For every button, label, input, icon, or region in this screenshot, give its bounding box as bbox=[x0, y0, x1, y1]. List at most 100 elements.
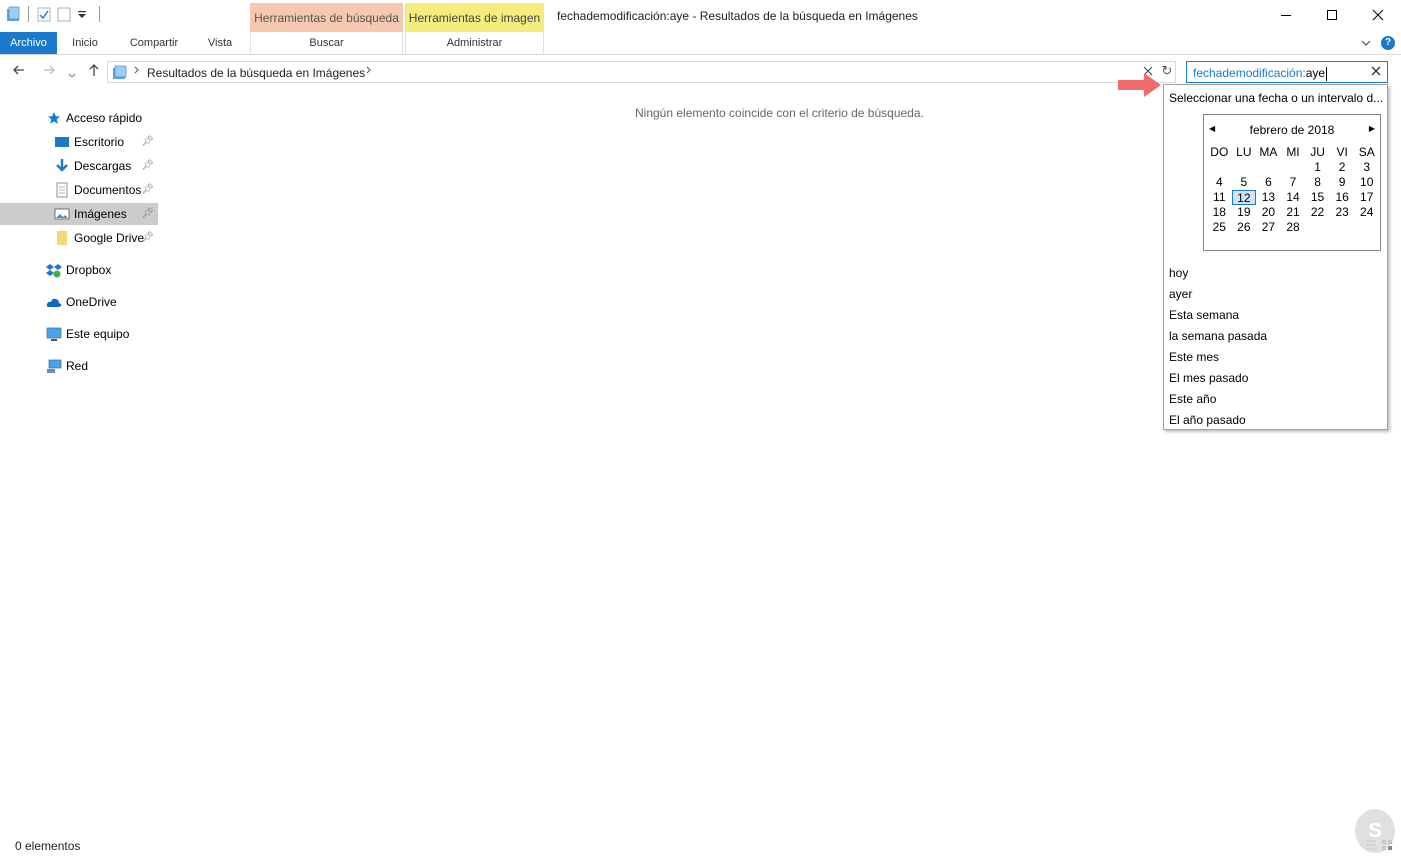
pin-icon[interactable]: 📌︎ bbox=[141, 208, 154, 219]
calendar-day[interactable]: 22 bbox=[1305, 205, 1330, 220]
calendar-day[interactable]: 26 bbox=[1232, 220, 1257, 235]
calendar-day[interactable]: 17 bbox=[1354, 190, 1379, 205]
recent-locations-button[interactable] bbox=[68, 66, 76, 82]
calendar-day[interactable]: 23 bbox=[1330, 205, 1355, 220]
properties-icon[interactable] bbox=[37, 6, 51, 22]
address-bar[interactable]: Resultados de la búsqueda en Imágenes ↻ bbox=[107, 61, 1176, 83]
customize-toolbar-icon[interactable] bbox=[77, 6, 91, 22]
date-option[interactable]: la semana pasada bbox=[1169, 326, 1267, 347]
status-bar: 0 elementos bbox=[0, 835, 1401, 857]
address-row: Resultados de la búsqueda en Imágenes ↻ … bbox=[0, 60, 1401, 84]
nav-dropbox[interactable]: Dropbox bbox=[46, 259, 204, 281]
network-icon bbox=[46, 358, 62, 374]
calendar-day[interactable]: 28 bbox=[1281, 220, 1306, 235]
date-option[interactable]: El mes pasado bbox=[1169, 368, 1267, 389]
back-button[interactable] bbox=[12, 63, 26, 80]
calendar-day[interactable]: 11 bbox=[1207, 190, 1232, 205]
calendar-empty-cell bbox=[1354, 220, 1379, 235]
close-button[interactable] bbox=[1355, 0, 1401, 30]
calendar-day[interactable]: 7 bbox=[1281, 175, 1306, 190]
calendar-day[interactable]: 24 bbox=[1354, 205, 1379, 220]
nav-network[interactable]: Red bbox=[46, 355, 204, 377]
date-option[interactable]: Este año bbox=[1169, 389, 1267, 410]
nav-item-documents[interactable]: Documentos 📌︎ bbox=[54, 179, 158, 201]
nav-quick-access[interactable]: Acceso rápido bbox=[46, 107, 204, 129]
tab-share[interactable]: Compartir bbox=[120, 32, 188, 54]
up-button[interactable] bbox=[87, 63, 101, 80]
maximize-button[interactable] bbox=[1309, 0, 1355, 30]
calendar-day[interactable]: 1 bbox=[1305, 160, 1330, 175]
nav-this-pc[interactable]: Este equipo bbox=[46, 323, 204, 345]
help-icon[interactable]: ? bbox=[1381, 36, 1395, 50]
calendar-day[interactable]: 13 bbox=[1256, 190, 1281, 205]
calendar-day[interactable]: 27 bbox=[1256, 220, 1281, 235]
calendar-day[interactable]: 16 bbox=[1330, 190, 1355, 205]
date-option[interactable]: ayer bbox=[1169, 284, 1267, 305]
calendar-day[interactable]: 19 bbox=[1232, 205, 1257, 220]
breadcrumb-chevron-icon[interactable] bbox=[134, 65, 140, 78]
tab-view[interactable]: Vista bbox=[198, 32, 242, 54]
nav-item-desktop[interactable]: Escritorio 📌︎ bbox=[54, 131, 158, 153]
date-filter-dropdown: Seleccionar una fecha o un intervalo d..… bbox=[1163, 84, 1388, 430]
nav-label: Dropbox bbox=[66, 263, 112, 277]
nav-onedrive[interactable]: OneDrive bbox=[46, 291, 204, 313]
calendar-day[interactable]: 8 bbox=[1305, 175, 1330, 190]
breadcrumb-path[interactable]: Resultados de la búsqueda en Imágenes bbox=[147, 66, 365, 80]
date-option[interactable]: hoy bbox=[1169, 263, 1267, 284]
weekday-header: MA bbox=[1259, 145, 1278, 159]
minimize-button[interactable] bbox=[1263, 0, 1309, 30]
weekday-header: LU bbox=[1236, 145, 1252, 159]
expand-ribbon-icon[interactable] bbox=[1361, 36, 1371, 50]
explorer-app-icon[interactable] bbox=[6, 6, 20, 22]
date-option[interactable]: Este mes bbox=[1169, 347, 1267, 368]
quick-access-toolbar bbox=[6, 6, 102, 22]
forward-button[interactable] bbox=[42, 63, 56, 80]
back-arrow-icon bbox=[13, 65, 24, 75]
search-query[interactable]: fechademodificación:aye bbox=[1193, 66, 1328, 81]
new-folder-icon[interactable] bbox=[57, 6, 71, 22]
calendar-day[interactable]: 14 bbox=[1281, 190, 1306, 205]
tab-manage[interactable]: Administrar bbox=[405, 32, 544, 54]
next-month-icon[interactable]: ▶ bbox=[1369, 124, 1375, 133]
calendar-day[interactable]: 4 bbox=[1207, 175, 1232, 190]
calendar-day[interactable]: 10 bbox=[1354, 175, 1379, 190]
calendar-month[interactable]: febrero de 2018 bbox=[1204, 123, 1380, 137]
calendar-day[interactable]: 5 bbox=[1232, 175, 1257, 190]
weekday-header: SA bbox=[1358, 145, 1375, 159]
calendar-day[interactable]: 6 bbox=[1256, 175, 1281, 190]
date-option[interactable]: Esta semana bbox=[1169, 305, 1267, 326]
computer-icon bbox=[46, 326, 62, 342]
nav-item-pictures[interactable]: Imágenes 📌︎ bbox=[0, 203, 158, 225]
nav-label: Escritorio bbox=[74, 135, 125, 149]
nav-label: Red bbox=[66, 359, 89, 373]
calendar-day[interactable]: 21 bbox=[1281, 205, 1306, 220]
tab-home[interactable]: Inicio bbox=[62, 32, 108, 54]
tab-search[interactable]: Buscar bbox=[250, 32, 403, 54]
pin-icon[interactable]: 📌︎ bbox=[141, 136, 154, 147]
up-arrow-icon bbox=[89, 64, 99, 76]
ribbon-tabs: Archivo Inicio Compartir Vista Buscar Ad… bbox=[0, 32, 1401, 55]
nav-label: Este equipo bbox=[66, 327, 130, 341]
star-icon bbox=[46, 110, 62, 126]
weekday-header: JU bbox=[1310, 145, 1325, 159]
pin-icon[interactable]: 📌︎ bbox=[141, 184, 154, 195]
calendar-day[interactable]: 9 bbox=[1330, 175, 1355, 190]
tab-file[interactable]: Archivo bbox=[0, 32, 57, 54]
calendar-day[interactable]: 20 bbox=[1256, 205, 1281, 220]
breadcrumb-chevron-icon[interactable] bbox=[366, 65, 372, 78]
calendar-day[interactable]: 12 bbox=[1231, 190, 1257, 205]
search-input[interactable]: fechademodificación:aye bbox=[1186, 61, 1388, 83]
clear-search-icon[interactable] bbox=[1371, 64, 1381, 79]
date-option[interactable]: El año pasado bbox=[1169, 410, 1267, 431]
calendar-day[interactable]: 25 bbox=[1207, 220, 1232, 235]
pin-icon[interactable]: 📌︎ bbox=[141, 160, 154, 171]
calendar-day[interactable]: 3 bbox=[1354, 160, 1379, 175]
nav-item-downloads[interactable]: Descargas 📌︎ bbox=[54, 155, 158, 177]
search-results-icon bbox=[112, 65, 128, 83]
pin-icon[interactable]: 📌︎ bbox=[141, 232, 154, 243]
nav-item-google-drive[interactable]: Google Drive 📌︎ bbox=[54, 227, 158, 249]
calendar-day[interactable]: 18 bbox=[1207, 205, 1232, 220]
calendar-day[interactable]: 15 bbox=[1305, 190, 1330, 205]
calendar-day[interactable]: 2 bbox=[1330, 160, 1355, 175]
minimize-icon bbox=[1281, 15, 1291, 16]
